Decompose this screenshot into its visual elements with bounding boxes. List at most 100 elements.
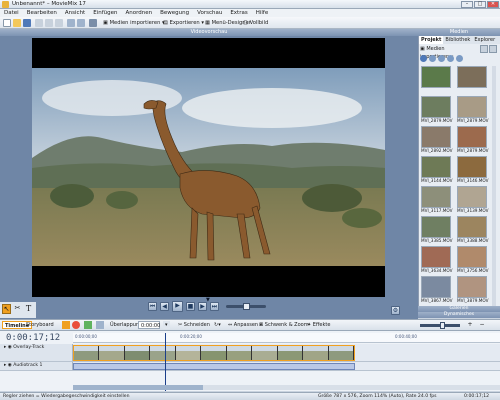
overlap-input[interactable]: 0:00:00 <box>138 321 160 329</box>
step-back-button[interactable]: ◀ <box>160 302 169 311</box>
media-thumbnail[interactable]: MVI_2879.MOV <box>421 96 455 123</box>
media-thumbnail[interactable]: MVI_3388.MOV <box>457 216 491 243</box>
settings-icon[interactable] <box>89 19 97 27</box>
tab-project[interactable]: Projekt <box>419 36 444 44</box>
add-media-icon[interactable] <box>420 55 427 62</box>
media-thumbnail-label: MVI_3388.MOV <box>457 238 489 243</box>
menu-file[interactable]: Datei <box>0 9 23 16</box>
media-thumbnail[interactable]: MVI_2879.MOV <box>457 126 491 153</box>
close-button[interactable]: ✕ <box>487 1 499 8</box>
new-file-icon[interactable] <box>3 19 11 27</box>
menu-bar: Datei Bearbeiten Ansicht Einfügen Anordnen Be… <box>0 9 500 17</box>
clip-frame <box>328 346 354 360</box>
media-thumbnail[interactable] <box>457 66 491 88</box>
pan-zoom-button[interactable]: ⊞ Schwenk & Zoom <box>257 321 311 329</box>
video-clip-strip[interactable] <box>73 345 355 361</box>
ripple-icon[interactable] <box>96 321 104 329</box>
filter-media-icon[interactable] <box>447 55 454 62</box>
menu-help[interactable]: Hilfe <box>252 9 273 16</box>
overlap-dropdown-icon[interactable]: ▾ <box>163 321 170 329</box>
tab-explorer[interactable]: Explorer <box>472 36 497 44</box>
pointer-tool-icon[interactable]: ↖ <box>2 304 11 314</box>
step-forward-button[interactable]: ▶ <box>198 302 207 311</box>
media-thumbnail[interactable]: MVI_3756.MOV <box>457 246 491 273</box>
media-tool-icons <box>420 55 490 63</box>
effects-button[interactable]: ✦ Effekte <box>305 321 332 329</box>
go-to-end-button[interactable]: ⏭ <box>210 302 219 311</box>
info-media-icon[interactable] <box>456 55 463 62</box>
playhead[interactable] <box>165 333 166 391</box>
close-panel-icon[interactable] <box>489 45 497 53</box>
fullscreen-button[interactable]: ▢ Vollbild <box>240 19 271 27</box>
media-thumbnail[interactable]: MVI_3144.MOV <box>421 156 455 183</box>
save-icon[interactable] <box>23 19 31 27</box>
stop-button[interactable]: ■ <box>186 302 195 311</box>
media-thumbnail-image <box>457 186 487 208</box>
menu-motion[interactable]: Bewegung <box>156 9 193 16</box>
remove-media-icon[interactable] <box>429 55 436 62</box>
media-thumbnail-label: MVI_2879.MOV <box>457 148 489 153</box>
menu-insert[interactable]: Einfügen <box>89 9 121 16</box>
export-button[interactable]: ▤ Exportieren ▾ <box>160 19 207 27</box>
media-thumbnail-label: MVI_2892.MOV <box>421 148 453 153</box>
paste-icon[interactable] <box>55 19 63 27</box>
dynamic-header[interactable]: Dynamisches <box>418 312 500 318</box>
speed-slider-handle[interactable] <box>243 303 250 310</box>
current-timecode: 0:00:17;12 <box>6 333 61 343</box>
snap-icon[interactable] <box>62 321 70 329</box>
media-thumbnail-label: MVI_3144.MOV <box>421 178 453 183</box>
toolbar: ▣ Medien importieren ▾ ▤ Exportieren ▾ ▦… <box>0 17 500 29</box>
zoom-in-icon[interactable]: + <box>466 321 474 329</box>
marker-icon[interactable] <box>84 321 92 329</box>
go-to-start-button[interactable]: ⏮ <box>148 302 157 311</box>
preview-settings-button[interactable]: ⚙ <box>391 306 400 315</box>
menu-arrange[interactable]: Anordnen <box>122 9 157 16</box>
media-thumbnail[interactable]: MVI_3867.MOV <box>421 276 455 303</box>
sort-media-icon[interactable] <box>438 55 445 62</box>
media-thumbnail[interactable]: MVI_2892.MOV <box>421 126 455 153</box>
menu-view[interactable]: Ansicht <box>61 9 89 16</box>
import-media-button[interactable]: ▣ Medien importieren ▾ <box>100 19 168 27</box>
rotate-button[interactable]: ↻▾ <box>212 321 223 329</box>
menu-preview[interactable]: Vorschau <box>193 9 226 16</box>
minimize-button[interactable]: – <box>461 1 473 8</box>
timeline-ruler[interactable] <box>73 333 500 343</box>
clip-frame <box>124 346 151 360</box>
tab-library[interactable]: Bibliothek <box>443 36 472 44</box>
menu-edit[interactable]: Bearbeiten <box>23 9 61 16</box>
media-thumbnail-label: MVI_2879.MOV <box>457 118 489 123</box>
copy-icon[interactable] <box>45 19 53 27</box>
media-thumbnail-label: MVI_3146.MOV <box>457 178 489 183</box>
menu-tools[interactable]: Extras <box>226 9 251 16</box>
cut-icon[interactable] <box>35 19 43 27</box>
media-thumbnail[interactable]: MVI_3117.MOV <box>421 186 455 213</box>
audio-clip[interactable] <box>73 363 355 370</box>
undo-icon[interactable] <box>67 19 75 27</box>
play-button[interactable]: ▶ <box>172 301 183 312</box>
maximize-button[interactable]: □ <box>474 1 486 8</box>
app-icon <box>2 1 9 8</box>
media-scrollbar[interactable] <box>492 66 496 306</box>
cut-tool-icon[interactable]: ✂ <box>13 304 22 314</box>
window-title: Unbenannt* – MovieMix 17 <box>12 1 86 7</box>
media-thumbnail[interactable]: MVI_3139.MOV <box>457 186 491 213</box>
media-thumbnail-label: MVI_3117.MOV <box>421 208 453 213</box>
media-thumbnail[interactable]: MVI_3385.MOV <box>421 216 455 243</box>
media-thumbnail[interactable] <box>421 66 455 88</box>
clip-frame <box>201 346 227 360</box>
zoom-slider-handle[interactable] <box>440 322 445 329</box>
media-thumbnail[interactable]: MVI_3634.MOV <box>421 246 455 273</box>
cut-button[interactable]: ✂ Schneiden <box>176 321 212 329</box>
open-folder-icon[interactable] <box>13 19 21 27</box>
tab-storyboard[interactable]: Storyboard <box>24 321 56 329</box>
media-import-dropdown[interactable]: ▣ Medien importieren ▾ <box>420 45 470 60</box>
text-tool-icon[interactable]: T <box>24 304 33 314</box>
media-thumbnail[interactable]: MVI_3879.MOV <box>457 276 491 303</box>
media-thumbnail[interactable]: MVI_2879.MOV <box>457 96 491 123</box>
media-thumbnail[interactable]: MVI_3146.MOV <box>457 156 491 183</box>
view-options-icon[interactable] <box>480 45 488 53</box>
record-icon[interactable] <box>72 321 80 329</box>
zoom-out-icon[interactable]: − <box>478 321 486 329</box>
timeline-scroll-thumb[interactable] <box>73 385 203 390</box>
redo-icon[interactable] <box>77 19 85 27</box>
